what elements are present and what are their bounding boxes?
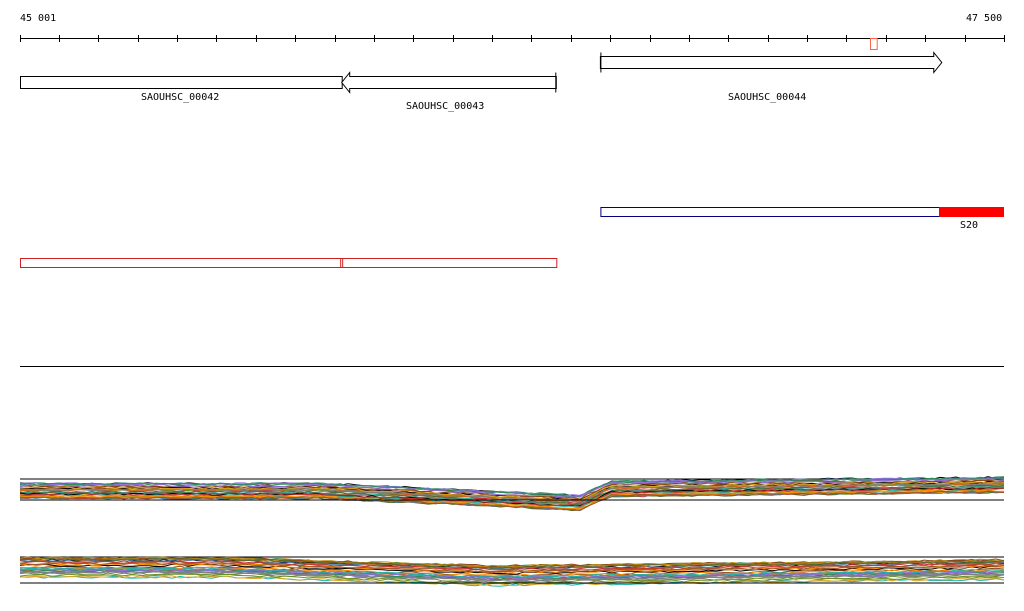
gene-label-saouhsc-00042[interactable]: SAOUHSC_00042 [141, 92, 219, 104]
small-feature-marker[interactable] [870, 38, 878, 50]
feature-s20-outline[interactable] [600, 207, 941, 217]
feature-track [20, 207, 1004, 268]
gene-saouhsc-00042[interactable] [20, 76, 343, 89]
gene-saouhsc-00043[interactable] [341, 71, 557, 94]
gene-saouhsc-00044[interactable] [599, 51, 943, 74]
gene-label-saouhsc-00043[interactable]: SAOUHSC_00043 [406, 101, 484, 113]
feature-red-outline-block[interactable] [20, 258, 558, 268]
position-ruler [20, 35, 1005, 50]
coverage-tracks [19, 476, 1005, 587]
gene-track [20, 51, 943, 94]
gene-label-saouhsc-00044[interactable]: SAOUHSC_00044 [728, 92, 806, 104]
genome-browser-view: 45 001 47 500 SAOUHSC_00042 SAOUHSC_0004… [0, 0, 1024, 611]
feature-label-s20[interactable]: S20 [960, 220, 978, 232]
feature-s20-filled[interactable] [939, 207, 1004, 217]
